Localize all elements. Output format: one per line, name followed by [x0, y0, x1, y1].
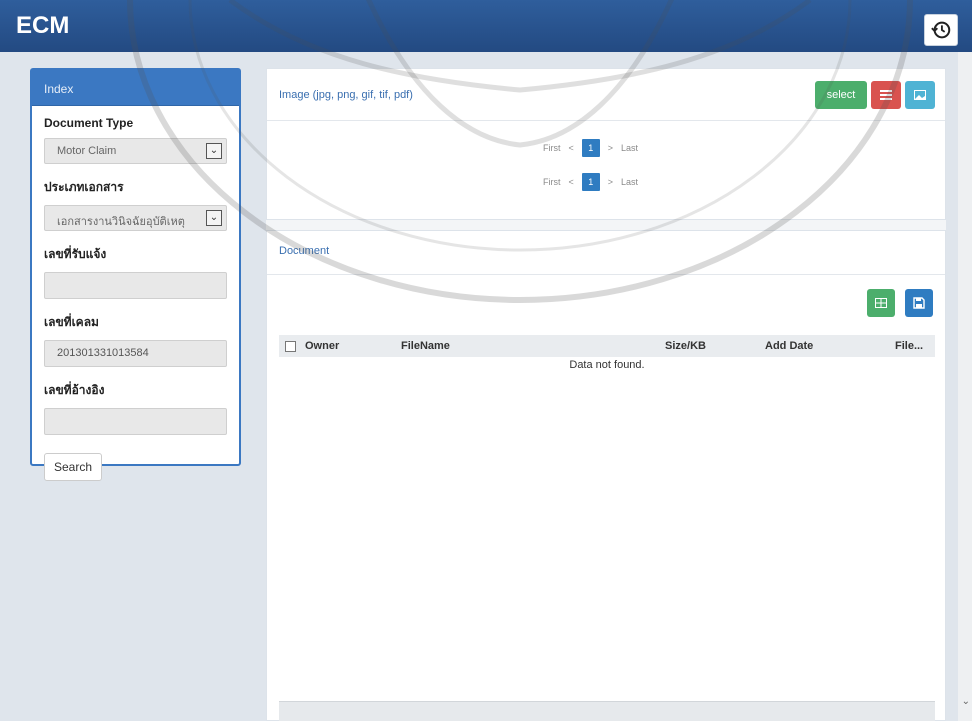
reference-no-input[interactable] [44, 408, 227, 435]
image-panel-title: Image (jpg, png, gif, tif, pdf) [279, 89, 413, 101]
notify-no-label: เลขที่รับแจ้ง [44, 247, 107, 261]
document-type-label: Document Type [44, 116, 134, 130]
excel-icon [875, 298, 887, 308]
select-all-checkbox[interactable] [285, 341, 296, 352]
document-panel: Document Owner FileName Size/KB Add Date… [266, 230, 946, 721]
column-filename[interactable]: FileName [401, 340, 450, 352]
claim-no-label: เลขที่เคลม [44, 315, 99, 329]
history-icon [931, 21, 951, 39]
pager-top: First < 1 > Last [543, 139, 638, 157]
save-button[interactable] [905, 289, 933, 317]
document-type-value: Motor Claim [57, 145, 117, 157]
export-excel-button[interactable] [867, 289, 895, 317]
chevron-down-icon[interactable]: ⌄ [206, 143, 222, 159]
doc-category-value: เอกสารงานวินิจฉัยอุบัติเหตุ [57, 216, 185, 228]
pager-first[interactable]: First [543, 177, 561, 187]
scrollbar[interactable]: ⌄ [958, 52, 972, 721]
pager-next[interactable]: > [608, 143, 613, 153]
column-file[interactable]: File... [895, 340, 923, 352]
index-panel: Index Document Type Motor Claim ⌄ ประเภท… [30, 68, 241, 481]
document-type-select[interactable]: Motor Claim ⌄ [44, 138, 227, 164]
reference-no-label: เลขที่อ้างอิง [44, 383, 105, 397]
notify-no-input[interactable] [44, 272, 227, 299]
image-icon [914, 90, 926, 100]
pager-bottom: First < 1 > Last [543, 173, 638, 191]
table-footer [279, 701, 935, 721]
document-table-header: Owner FileName Size/KB Add Date File... [279, 335, 935, 357]
list-view-button[interactable] [871, 81, 901, 109]
pager-current[interactable]: 1 [581, 139, 600, 157]
doc-category-label: ประเภทเอกสาร [44, 180, 124, 194]
save-icon [913, 297, 925, 309]
pager-next[interactable]: > [608, 177, 613, 187]
main-content: Image (jpg, png, gif, tif, pdf) select F… [266, 68, 946, 721]
image-view-button[interactable] [905, 81, 935, 109]
doc-category-select[interactable]: เอกสารงานวินิจฉัยอุบัติเหตุ ⌄ [44, 205, 227, 231]
scroll-down-icon[interactable]: ⌄ [962, 696, 970, 707]
column-add-date[interactable]: Add Date [765, 340, 813, 352]
claim-no-input[interactable]: 201301331013584 [44, 340, 227, 367]
list-icon [880, 90, 892, 100]
empty-message: Data not found. [569, 359, 645, 371]
chevron-down-icon[interactable]: ⌄ [206, 210, 222, 226]
index-panel-header: Index [32, 70, 239, 106]
pager-prev[interactable]: < [569, 143, 574, 153]
column-owner[interactable]: Owner [305, 340, 339, 352]
image-panel: Image (jpg, png, gif, tif, pdf) select F… [266, 68, 946, 220]
select-button[interactable]: select [815, 81, 867, 109]
column-size[interactable]: Size/KB [665, 340, 706, 352]
history-button[interactable] [924, 14, 958, 46]
pager-last[interactable]: Last [621, 143, 638, 153]
search-button[interactable]: Search [44, 453, 102, 481]
document-panel-title: Document [279, 245, 330, 257]
pager-prev[interactable]: < [569, 177, 574, 187]
pager-current[interactable]: 1 [581, 173, 600, 191]
pager-first[interactable]: First [543, 143, 561, 153]
pager-last[interactable]: Last [621, 177, 638, 187]
app-title: ECM [16, 12, 70, 39]
top-bar: ECM [0, 0, 972, 52]
